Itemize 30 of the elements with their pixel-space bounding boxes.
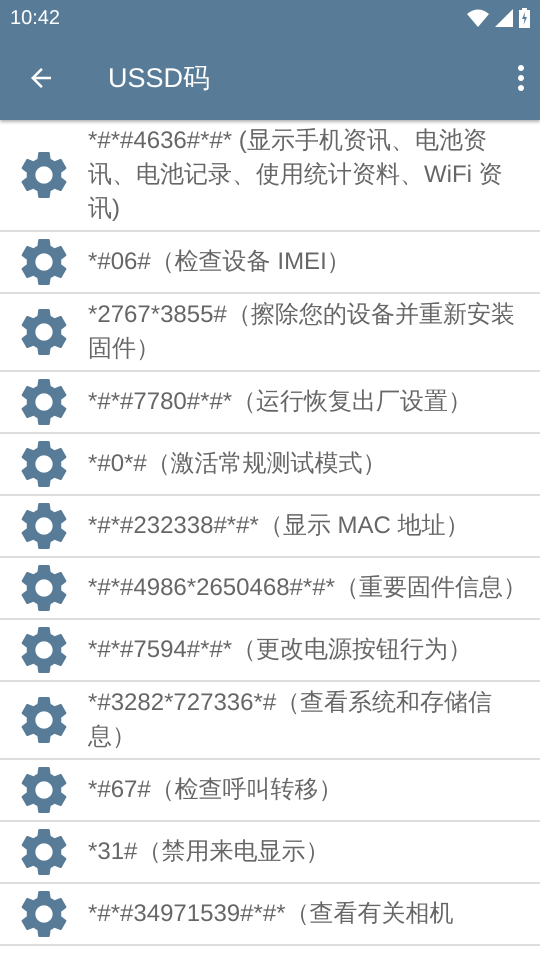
gear-icon <box>20 890 68 938</box>
gear-icon <box>20 626 68 674</box>
more-options-icon[interactable] <box>516 64 526 92</box>
gear-icon <box>20 828 68 876</box>
list-item[interactable]: *#*#232338#*#*（显示 MAC 地址） <box>0 496 540 558</box>
list-item[interactable]: *#0*#（激活常规测试模式） <box>0 434 540 496</box>
wifi-icon <box>467 9 489 27</box>
gear-icon <box>20 564 68 612</box>
signal-icon <box>495 9 513 27</box>
gear-icon <box>20 378 68 426</box>
gear-icon <box>20 151 68 199</box>
list-item[interactable]: *#*#7594#*#*（更改电源按钮行为） <box>0 620 540 682</box>
list-item[interactable]: *#06#（检查设备 IMEI） <box>0 232 540 294</box>
list-item[interactable]: *#67#（检查呼叫转移） <box>0 760 540 822</box>
gear-icon <box>20 502 68 550</box>
gear-icon <box>20 238 68 286</box>
gear-icon <box>20 308 68 356</box>
list-item[interactable]: *2767*3855#（擦除您的设备并重新安装固件） <box>0 294 540 372</box>
list-item[interactable]: *#*#4636#*#* (显示手机资讯、电池资讯、电池记录、使用统计资料、WiFi 资讯) <box>0 120 540 232</box>
list-item[interactable]: *31#（禁用来电显示） <box>0 822 540 884</box>
screen-title: USSD码 <box>108 62 212 95</box>
gear-icon <box>20 696 68 744</box>
list-item[interactable]: *#3282*727336*#（查看系统和存储信息） <box>0 682 540 760</box>
battery-icon <box>519 8 530 28</box>
list-item[interactable]: *#*#4986*2650468#*#*（重要固件信息） <box>0 558 540 620</box>
list-item[interactable]: *#*#34971539#*#*（查看有关相机 <box>0 884 540 946</box>
gear-icon <box>20 766 68 814</box>
gear-icon <box>20 440 68 488</box>
status-time: 10:42 <box>10 6 60 30</box>
list-item[interactable]: *#*#7780#*#*（运行恢复出厂设置） <box>0 372 540 434</box>
